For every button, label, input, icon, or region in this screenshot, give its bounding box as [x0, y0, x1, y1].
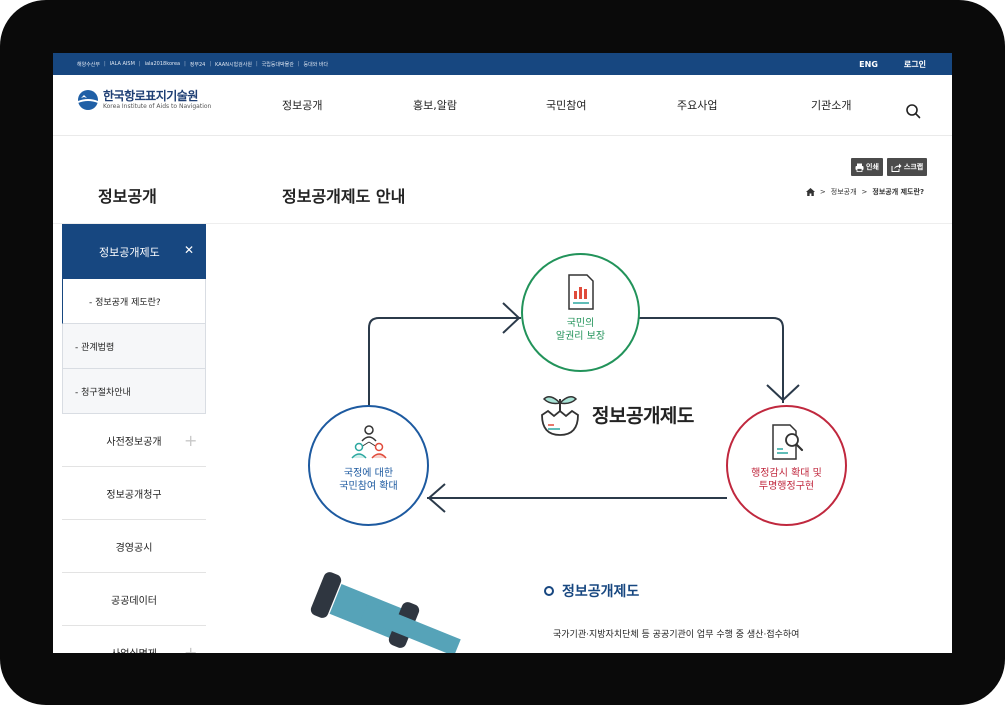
lnb-item-label: 사업실명제: [111, 645, 157, 654]
circle-text-line2: 투명행정구현: [758, 481, 815, 492]
report-document-icon: [567, 274, 594, 310]
breadcrumb-item-current[interactable]: 정보공개 제도란?: [872, 187, 924, 197]
logo-emblem-icon: [78, 90, 98, 110]
circle-text-line2: 국민참여 확대: [339, 481, 398, 492]
browser-viewport: 해양수산부 | IALA AISM | iala2018korea | 정부24 | K…: [53, 53, 952, 653]
scrap-button[interactable]: 스크랩: [886, 158, 928, 176]
document-search-icon: [771, 424, 803, 460]
circle-administrative-oversight: 행정감시 확대 및 투명행정구현: [726, 405, 847, 526]
breadcrumb-separator: >: [861, 188, 868, 196]
scrap-label: 스크랩: [903, 163, 924, 171]
lnb-item-management-disclosure[interactable]: 경영공시: [62, 520, 206, 573]
family-link-gov24[interactable]: 정부24: [190, 61, 206, 68]
family-link-iala2018[interactable]: iala2018korea: [145, 61, 181, 67]
gnb-about[interactable]: 기관소개: [811, 97, 851, 113]
print-label: 인쇄: [866, 163, 879, 171]
section-title: 정보공개: [98, 187, 157, 206]
circle-right-to-know: 국민의 알권리 보장: [521, 253, 640, 372]
gnb-info-disclosure[interactable]: 정보공개: [282, 97, 322, 113]
sprout-icon: [541, 396, 579, 436]
family-link-kaan[interactable]: KAAN시험검사원: [215, 61, 252, 68]
breadcrumb: > 정보공개 > 정보공개 제도란?: [805, 187, 924, 197]
expand-plus-icon[interactable]: +: [184, 431, 197, 450]
lnb-item-label: 경영공시: [115, 542, 153, 554]
share-icon: [891, 163, 902, 172]
info-disclosure-diagram: 국민의 알권리 보장 국정에 대한 국민참여 확대 행정감시 확대 및 투명행정…: [293, 248, 853, 538]
utility-bar: 해양수산부 | IALA AISM | iala2018korea | 정부24 | K…: [53, 53, 952, 75]
diagram-center-label: 정보공개제도: [592, 404, 694, 427]
english-link[interactable]: ENG: [859, 60, 878, 69]
gavel-illustration: [310, 572, 461, 653]
home-icon[interactable]: [805, 188, 815, 196]
printer-icon: [855, 163, 864, 172]
lnb-sub-item-procedure[interactable]: - 청구절차안내: [62, 369, 206, 414]
breadcrumb-separator: >: [819, 188, 826, 196]
site-header: 한국항로표지기술원 Korea Institute of Aids to Nav…: [53, 75, 952, 136]
gnb-participation[interactable]: 국민참여: [546, 97, 586, 113]
collapse-icon[interactable]: ✕: [184, 243, 194, 257]
logo-name-ko: 한국항로표지기술원: [103, 89, 198, 103]
family-link-iala[interactable]: IALA AISM: [110, 61, 135, 67]
search-icon[interactable]: [905, 103, 921, 119]
content-heading-text: 정보공개제도: [562, 584, 640, 600]
side-navigation: 정보공개제도 ✕ - 정보공개 제도란? - 관계법령 - 청구절차안내 사전정…: [62, 224, 206, 653]
family-site-links: 해양수산부 | IALA AISM | iala2018korea | 정부24 | K…: [77, 61, 329, 68]
lnb-item-public-data[interactable]: 공공데이터: [62, 573, 206, 626]
diagram-center: 정보공개제도: [538, 391, 694, 437]
lnb-item-project-name-system[interactable]: 사업실명제 +: [62, 626, 206, 653]
login-link[interactable]: 로그인: [904, 59, 926, 70]
lnb-item-info-system[interactable]: 정보공개제도 ✕: [62, 224, 206, 279]
people-group-icon: [350, 425, 387, 459]
bullet-circle-icon: [544, 586, 554, 596]
print-button[interactable]: 인쇄: [851, 158, 883, 176]
lnb-item-disclosure-request[interactable]: 정보공개청구: [62, 467, 206, 520]
lnb-item-prior-disclosure[interactable]: 사전정보공개 +: [62, 414, 206, 467]
circle-citizen-participation: 국정에 대한 국민참여 확대: [308, 405, 429, 526]
gnb-business[interactable]: 주요사업: [677, 97, 717, 113]
page-tools: 인쇄 스크랩: [851, 158, 928, 176]
family-link-museum[interactable]: 국립등대박물관: [262, 61, 294, 68]
circle-text-line1: 국정에 대한: [343, 468, 394, 479]
content-heading: 정보공개제도: [544, 581, 639, 601]
breadcrumb-item-section[interactable]: 정보공개: [831, 187, 857, 197]
logo-name-en: Korea Institute of Aids to Navigation: [103, 103, 212, 110]
gnb-promotion[interactable]: 홍보,알람: [413, 97, 457, 113]
family-link-lighthouse[interactable]: 등대와 바다: [304, 61, 329, 68]
lnb-sub-item-laws[interactable]: - 관계법령: [62, 324, 206, 369]
lnb-item-label: 공공데이터: [111, 595, 157, 607]
circle-text-line2: 알권리 보장: [555, 331, 606, 342]
expand-plus-icon[interactable]: +: [184, 643, 197, 653]
lnb-item-label: 사전정보공개: [106, 436, 162, 448]
circle-text-line1: 국민의: [566, 318, 595, 329]
content-paragraph: 국가기관·지방자치단체 등 공공기관이 업무 수행 중 생산·접수하여: [553, 630, 800, 640]
lnb-sub-item-about[interactable]: - 정보공개 제도란?: [62, 279, 206, 324]
family-link-mof[interactable]: 해양수산부: [77, 61, 100, 68]
site-logo[interactable]: 한국항로표지기술원 Korea Institute of Aids to Nav…: [77, 89, 211, 111]
page-title: 정보공개제도 안내: [282, 187, 406, 206]
lnb-item-label: 정보공개제도: [99, 246, 160, 259]
lnb-item-label: 정보공개청구: [106, 489, 162, 501]
circle-text-line1: 행정감시 확대 및: [751, 468, 822, 479]
